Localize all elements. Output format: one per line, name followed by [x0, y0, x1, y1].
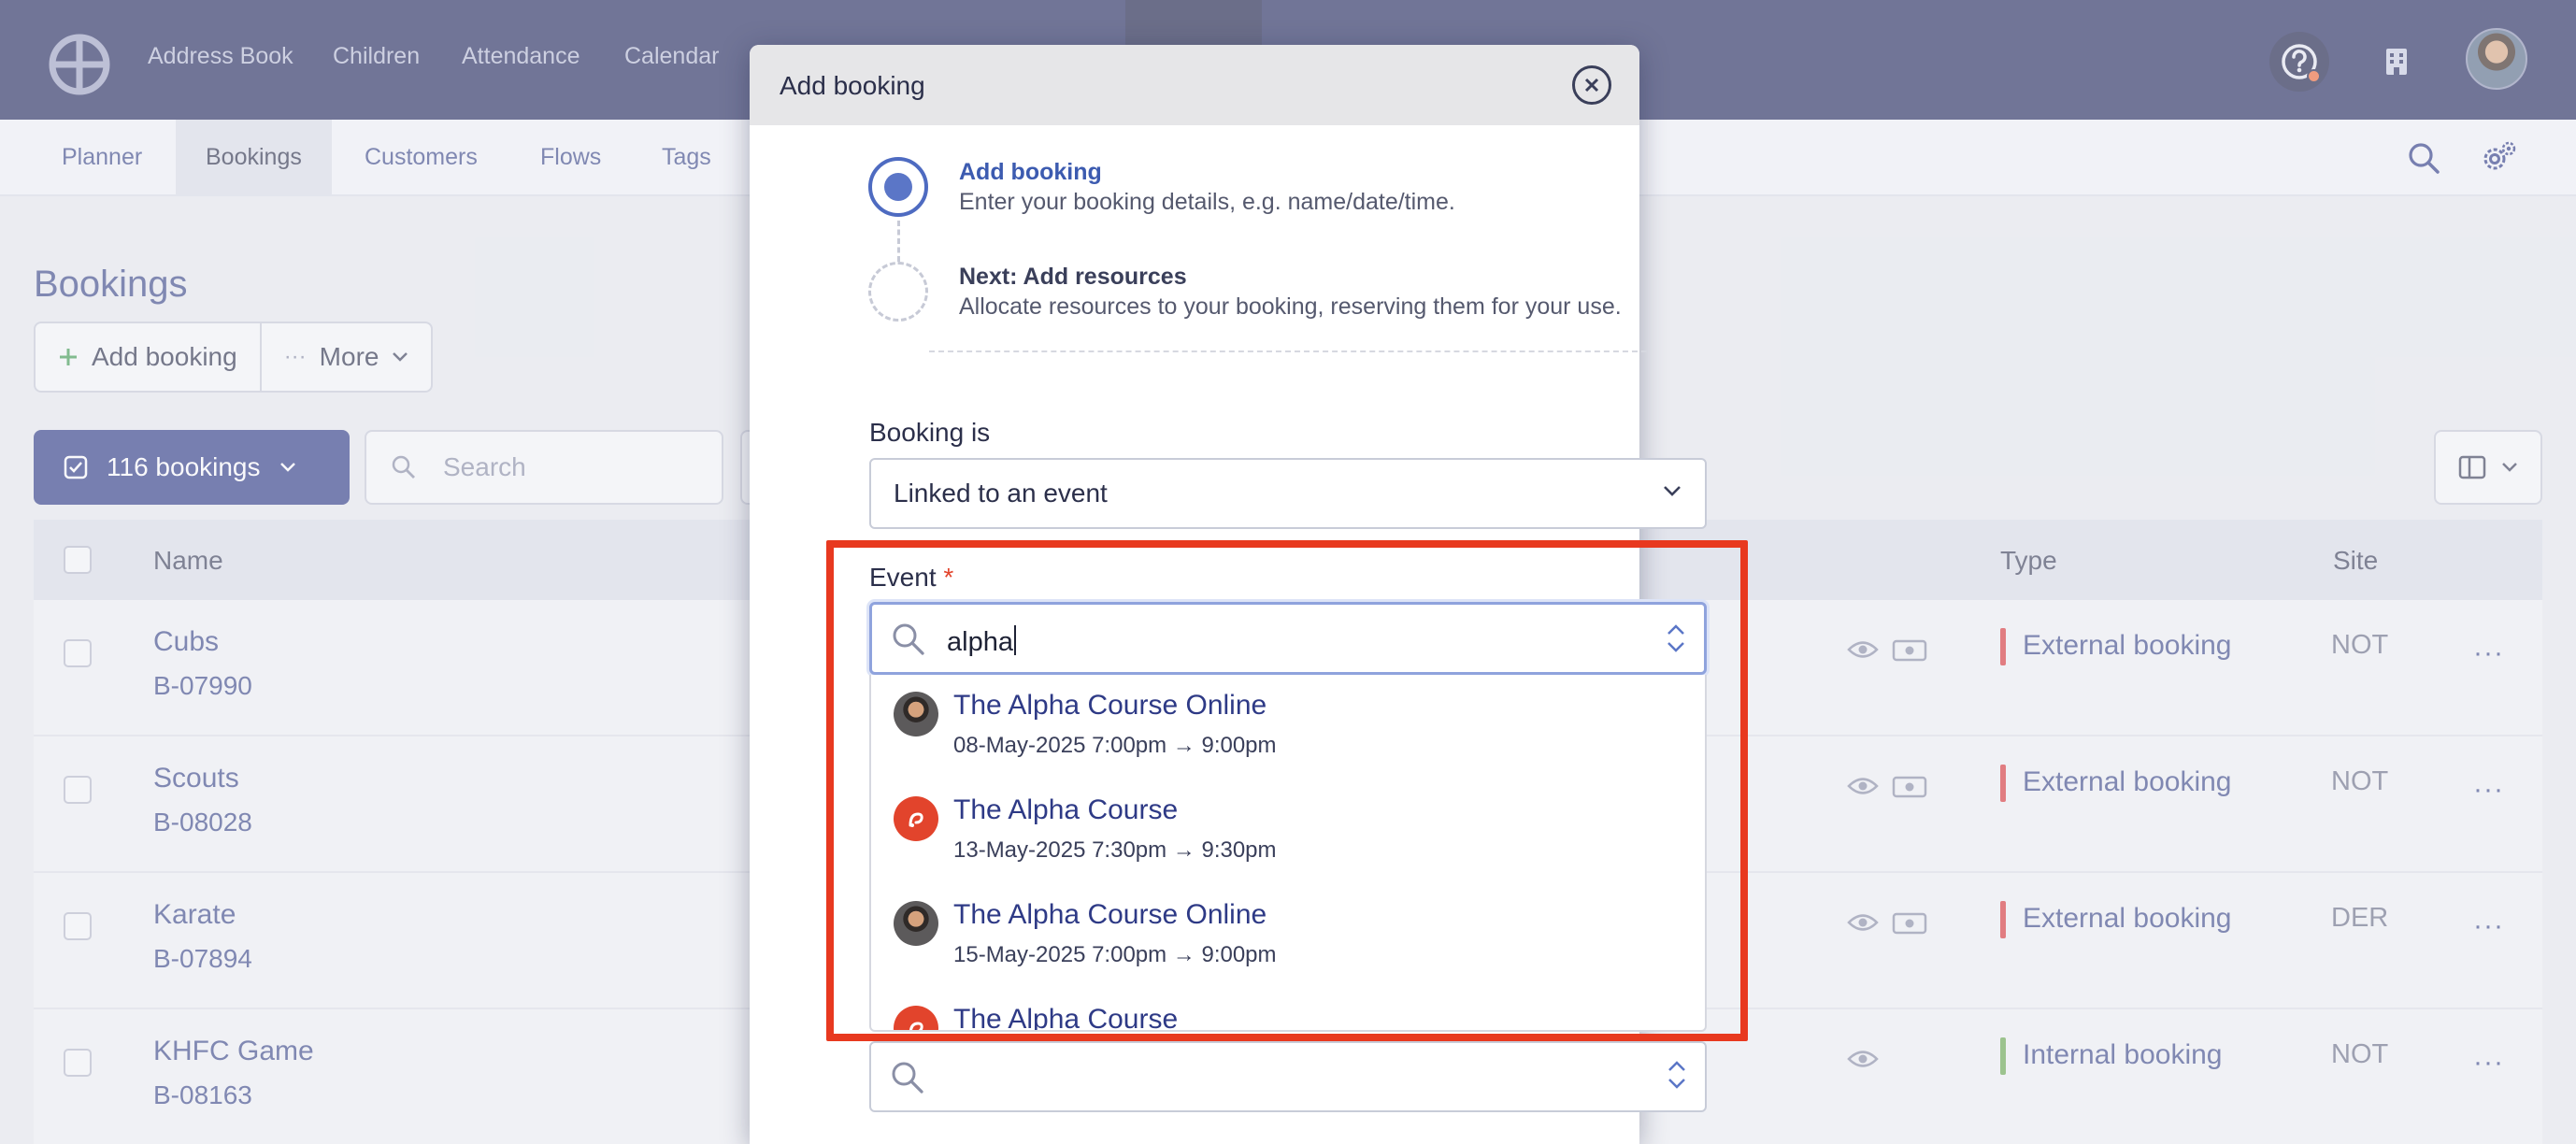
search-icon	[892, 1062, 923, 1094]
close-icon[interactable]	[1572, 65, 1611, 105]
modal-title: Add booking	[780, 71, 925, 100]
booking-is-select[interactable]: Linked to an event	[869, 458, 1707, 529]
updown-chevron-icon	[1668, 1061, 1685, 1089]
step-2-title: Next: Add resources	[959, 264, 1187, 290]
step-next-indicator	[868, 262, 928, 322]
secondary-search-input[interactable]	[869, 1041, 1707, 1112]
chevron-down-icon	[1664, 486, 1681, 496]
steps-divider	[929, 350, 1647, 352]
step-connector	[897, 221, 900, 262]
modal-header: Add booking	[750, 45, 1639, 125]
highlight-annotation-box	[826, 540, 1748, 1041]
booking-is-value: Linked to an event	[894, 479, 1108, 508]
step-1-description: Enter your booking details, e.g. name/da…	[959, 189, 1455, 215]
step-1-title: Add booking	[959, 159, 1102, 185]
booking-is-label: Booking is	[869, 418, 991, 447]
step-active-indicator	[868, 157, 928, 217]
step-2-description: Allocate resources to your booking, rese…	[959, 293, 1622, 320]
